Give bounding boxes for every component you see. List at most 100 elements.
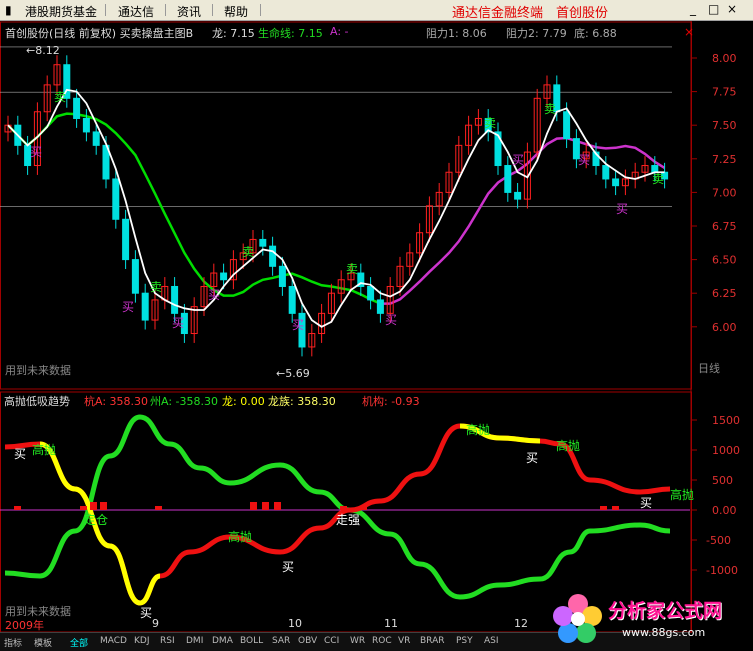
sell-signal: 卖 <box>150 280 162 294</box>
resistance-1-label: 阻力1: 8.06 <box>426 27 487 40</box>
buy-signal: 买 <box>512 153 524 167</box>
time-axis-month-9: 9 <box>152 617 159 630</box>
sub-volume-bar <box>612 506 619 510</box>
tab-asi[interactable]: ASI <box>484 636 499 646</box>
high-sell-signal: 高抛 <box>228 529 252 544</box>
buy-signal: 买 <box>172 316 184 330</box>
tab-sar[interactable]: SAR <box>272 636 290 646</box>
sub-tick-label: -500 <box>706 534 731 547</box>
candle-body <box>259 238 267 247</box>
sub-volume-bar <box>360 506 367 510</box>
tab-kdj[interactable]: KDJ <box>134 636 150 646</box>
buy-signal: 买 <box>578 153 590 167</box>
tab-rsi[interactable]: RSI <box>160 636 175 646</box>
candle-body <box>514 191 522 200</box>
menu-icon[interactable]: ▮ <box>5 3 12 17</box>
price-tick-label: 7.00 <box>712 186 737 199</box>
buy-signal: 买 <box>122 300 134 314</box>
time-axis-month-11: 11 <box>384 617 398 630</box>
tab-cci[interactable]: CCI <box>324 636 339 646</box>
sub-tick-label: -1000 <box>706 564 738 577</box>
tab-macd[interactable]: MACD <box>100 636 127 646</box>
tab-obv[interactable]: OBV <box>298 636 317 646</box>
buy-signal: 买 <box>14 447 26 461</box>
clan-label: 龙族: 358.30 <box>268 395 336 408</box>
sub-volume-bar <box>90 502 97 510</box>
time-axis-month-10: 10 <box>288 617 302 630</box>
zhou-a-label: 州A: -358.30 <box>150 395 218 408</box>
candle-body <box>82 117 90 133</box>
tab-roc[interactable]: ROC <box>372 636 392 646</box>
price-tick-label: 6.50 <box>712 254 737 267</box>
candle-body <box>171 285 179 314</box>
candle-body <box>269 245 277 267</box>
buy-signal: 买 <box>282 560 294 574</box>
high-sell-signal: 高抛 <box>556 438 580 453</box>
sub-volume-bar <box>80 506 87 510</box>
watermark-title: 分析家公式网 <box>608 600 723 622</box>
candle-body <box>131 259 139 294</box>
low-price-marker: ←5.69 <box>276 367 310 380</box>
menu-separator <box>212 4 213 16</box>
tab-vr[interactable]: VR <box>398 636 410 646</box>
time-axis-month-12: 12 <box>514 617 528 630</box>
sell-signal: 卖 <box>484 116 496 130</box>
tab-template[interactable]: 模板 <box>34 636 52 649</box>
tab-dmi[interactable]: DMI <box>186 636 203 646</box>
tab-psy[interactable]: PSY <box>456 636 473 646</box>
sub-tick-label: 500 <box>712 474 733 487</box>
chart-canvas[interactable]: 卖买买买买买 买买 买买卖卖卖卖卖卖买 高抛定仓高抛买走强高抛买高抛买高抛买 8.00… <box>0 21 753 633</box>
buy-signal: 买 <box>140 606 152 620</box>
minimize-button[interactable]: _ <box>690 2 696 16</box>
high-sell-signal: 高抛 <box>466 422 490 437</box>
candle-body <box>602 165 610 180</box>
buy-signal: 买 <box>616 202 628 216</box>
candle-body <box>612 178 620 187</box>
sub-tick-label: 0.00 <box>712 504 737 517</box>
maximize-button[interactable]: □ <box>708 2 719 16</box>
tab-dma[interactable]: DMA <box>212 636 233 646</box>
high-sell-signal: 高抛 <box>670 487 694 502</box>
candle-body <box>122 218 130 261</box>
sell-signal: 卖 <box>242 245 254 259</box>
candle-body <box>367 285 375 301</box>
buy-signal: 买 <box>208 288 220 302</box>
sub-volume-bar <box>250 502 257 510</box>
menu-item-hk-futures[interactable]: 港股期货基金 <box>25 3 97 20</box>
candle-body <box>376 299 384 314</box>
tab-boll[interactable]: BOLL <box>240 636 263 646</box>
period-side-label: 日线 <box>698 362 720 375</box>
candle-body <box>278 265 286 287</box>
hang-a-label: 杭A: 358.30 <box>84 395 149 408</box>
tab-brar[interactable]: BRAR <box>420 636 444 646</box>
tab-wr[interactable]: WR <box>350 636 365 646</box>
candle-body <box>288 285 296 314</box>
tab-indicator[interactable]: 指标 <box>4 636 22 649</box>
watermark-url: www.88gs.com <box>622 626 706 639</box>
candle-body <box>73 97 81 119</box>
price-tick-label: 7.75 <box>712 86 737 99</box>
sub-volume-bar <box>262 502 269 510</box>
tab-all[interactable]: 全部 <box>70 636 88 649</box>
candle-body <box>504 165 512 193</box>
stock-name-title: 首创股份 <box>556 6 609 21</box>
candle-body <box>220 272 228 281</box>
life-line-label: 生命线: 7.15 <box>258 27 323 40</box>
sub-volume-bar <box>155 506 162 510</box>
high-price-marker: ←8.12 <box>26 44 60 57</box>
price-tick-label: 6.75 <box>712 220 737 233</box>
buy-signal: 买 <box>640 496 652 510</box>
menu-item-news[interactable]: 资讯 <box>177 3 201 20</box>
strong-signal: 走强 <box>336 513 360 527</box>
sell-signal: 卖 <box>544 102 556 116</box>
life-line-green <box>7 112 381 305</box>
close-panel-icon[interactable]: × <box>684 25 694 39</box>
close-button[interactable]: × <box>727 2 737 16</box>
menu-separator <box>260 4 261 16</box>
flower-logo-icon <box>553 594 602 643</box>
bottom-label: 底: 6.88 <box>574 27 617 40</box>
sub-volume-bar <box>340 506 347 510</box>
menu-item-tdx[interactable]: 通达信 <box>118 3 154 20</box>
menu-item-help[interactable]: 帮助 <box>224 3 248 20</box>
menu-bar: ▮ 港股期货基金 通达信 资讯 帮助 通达信金融终端 首创股份 _ □ × <box>0 0 753 21</box>
